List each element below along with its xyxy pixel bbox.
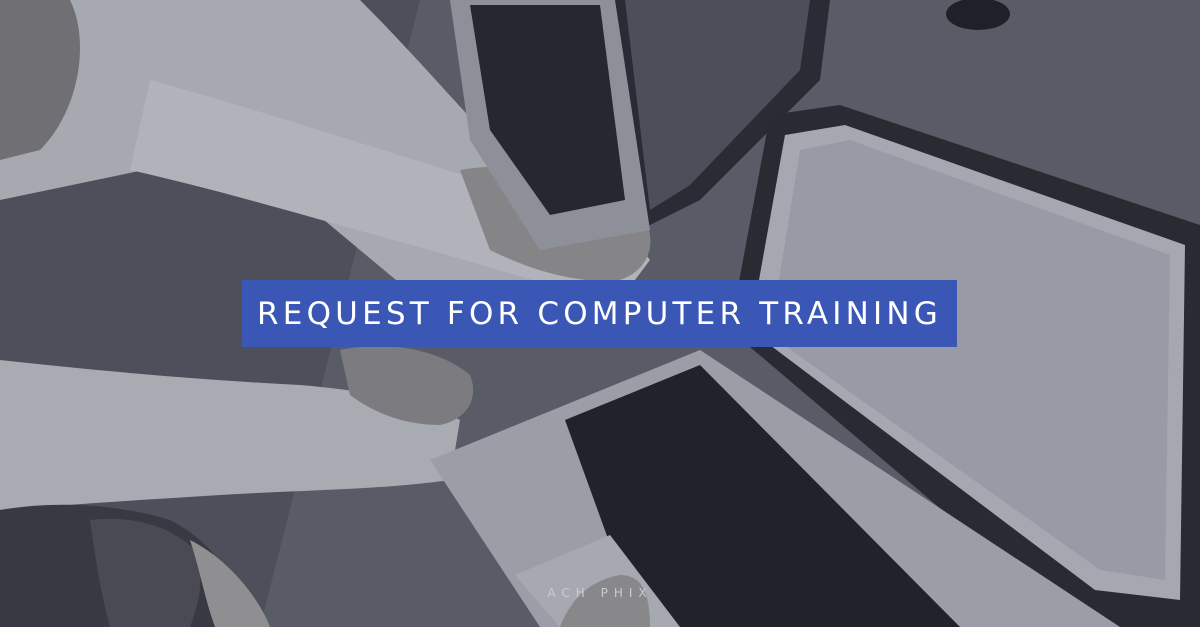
brand-name: ACH PHIX — [547, 586, 653, 600]
banner: REQUEST FOR COMPUTER TRAINING ACH PHIX — [0, 0, 1200, 627]
page-title: REQUEST FOR COMPUTER TRAINING — [257, 295, 942, 332]
title-banner: REQUEST FOR COMPUTER TRAINING — [242, 280, 957, 347]
